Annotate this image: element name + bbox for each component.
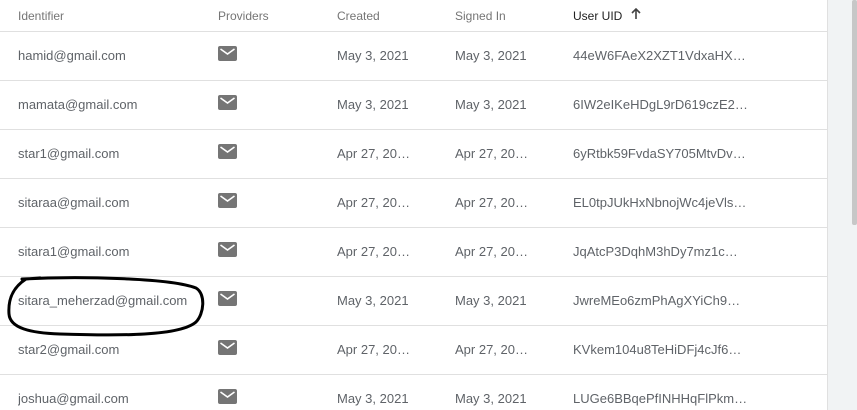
users-table: Identifier Providers Created Signed In U…	[0, 0, 828, 410]
scrollbar-thumb[interactable]	[852, 0, 857, 225]
mail-icon	[218, 389, 238, 405]
table-row[interactable]: joshua@gmail.com May 3, 2021 May 3, 2021 LU…	[0, 375, 828, 410]
user-uid-cell: KVkem104u8TeHiDFj4cJf6…	[573, 342, 742, 357]
signed-in-cell: May 3, 2021	[455, 391, 527, 406]
signed-in-cell: Apr 27, 20…	[455, 342, 528, 357]
column-header-signed-in[interactable]: Signed In	[455, 9, 506, 23]
mail-icon	[218, 193, 238, 209]
table-row[interactable]: sitara_meherzad@gmail.com May 3, 2021 May …	[0, 277, 828, 326]
column-header-user-uid[interactable]: User UID	[573, 8, 642, 23]
mail-icon	[218, 95, 238, 111]
user-uid-cell: 44eW6FAeX2XZT1VdxaHXb…	[573, 48, 748, 63]
table-row[interactable]: sitara1@gmail.com Apr 27, 20… Apr 27, 20… J…	[0, 228, 828, 277]
identifier-cell: star2@gmail.com	[18, 342, 120, 357]
created-cell: Apr 27, 20…	[337, 146, 410, 161]
signed-in-cell: Apr 27, 20…	[455, 146, 528, 161]
identifier-cell: joshua@gmail.com	[18, 391, 129, 406]
user-uid-cell: EL0tpJUkHxNbnojWc4jeVls…	[573, 195, 747, 210]
mail-icon	[218, 340, 238, 356]
signed-in-cell: May 3, 2021	[455, 48, 527, 63]
identifier-cell: mamata@gmail.com	[18, 97, 138, 112]
user-uid-cell: JwreMEo6zmPhAgXYiCh9W…	[573, 293, 748, 308]
signed-in-cell: Apr 27, 20…	[455, 195, 528, 210]
created-cell: Apr 27, 20…	[337, 244, 410, 259]
user-uid-cell: 6yRtbk59FvdaSY705MtvDvB…	[573, 146, 748, 161]
signed-in-cell: Apr 27, 20…	[455, 244, 528, 259]
mail-icon	[218, 291, 238, 307]
table-header: Identifier Providers Created Signed In U…	[0, 0, 828, 32]
signed-in-cell: May 3, 2021	[455, 97, 527, 112]
column-header-identifier[interactable]: Identifier	[18, 9, 64, 23]
column-header-user-uid-label: User UID	[573, 9, 623, 23]
user-uid-cell: JqAtcP3DqhM3hDy7mz1cM…	[573, 244, 748, 259]
identifier-cell: sitara_meherzad@gmail.com	[18, 293, 188, 308]
arrow-up-icon[interactable]	[630, 8, 642, 23]
signed-in-cell: May 3, 2021	[455, 293, 527, 308]
mail-icon	[218, 144, 238, 160]
created-cell: May 3, 2021	[337, 48, 409, 63]
created-cell: May 3, 2021	[337, 97, 409, 112]
created-cell: May 3, 2021	[337, 293, 409, 308]
table-row[interactable]: sitaraa@gmail.com Apr 27, 20… Apr 27, 20… E…	[0, 179, 828, 228]
table-row[interactable]: hamid@gmail.com May 3, 2021 May 3, 2021 44e…	[0, 32, 828, 81]
mail-icon	[218, 242, 238, 258]
identifier-cell: sitaraa@gmail.com	[18, 195, 130, 210]
user-uid-cell: 6IW2eIKeHDgL9rD619czE23…	[573, 97, 748, 112]
column-header-created[interactable]: Created	[337, 9, 380, 23]
identifier-cell: star1@gmail.com	[18, 146, 120, 161]
table-row[interactable]: mamata@gmail.com May 3, 2021 May 3, 2021 6I…	[0, 81, 828, 130]
identifier-cell: sitara1@gmail.com	[18, 244, 130, 259]
mail-icon	[218, 46, 238, 62]
created-cell: May 3, 2021	[337, 391, 409, 406]
table-row[interactable]: star1@gmail.com Apr 27, 20… Apr 27, 20… 6yR…	[0, 130, 828, 179]
created-cell: Apr 27, 20…	[337, 195, 410, 210]
user-uid-cell: LUGe6BBqePfINHHqFlPkmp…	[573, 391, 748, 406]
identifier-cell: hamid@gmail.com	[18, 48, 126, 63]
column-header-providers: Providers	[218, 9, 269, 23]
created-cell: Apr 27, 20…	[337, 342, 410, 357]
table-row[interactable]: star2@gmail.com Apr 27, 20… Apr 27, 20… KVk…	[0, 326, 828, 375]
